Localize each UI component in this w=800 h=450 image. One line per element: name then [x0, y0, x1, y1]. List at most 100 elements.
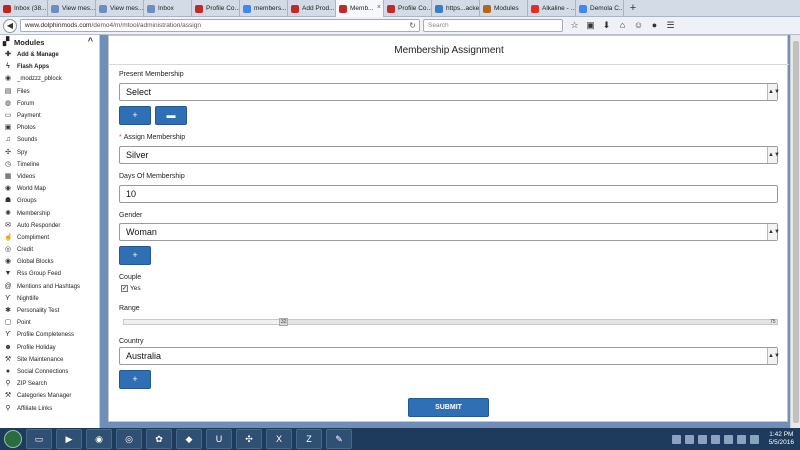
submit-button[interactable]: SUBMIT [408, 398, 489, 417]
tray-icon[interactable] [697, 434, 707, 444]
browser-tab[interactable]: View mes... [96, 0, 144, 17]
tray-icon[interactable] [723, 434, 733, 444]
sidebar-item[interactable]: ϒ Nightlife [0, 293, 99, 305]
sidebar-item[interactable]: ✺ Membership [0, 207, 99, 219]
browser-tab[interactable]: Profile Co... [384, 0, 432, 17]
sidebar-item[interactable]: ▣ Photos [0, 122, 99, 134]
network-app-icon[interactable]: ✣ [236, 429, 262, 449]
tray-icon[interactable] [736, 434, 746, 444]
sidebar-item[interactable]: ◉ Global Blocks [0, 256, 99, 268]
range-low-handle[interactable]: 32 [278, 318, 289, 326]
toolbar-icon[interactable]: ☰ [665, 20, 676, 31]
tray-icon[interactable] [710, 434, 720, 444]
toolbar-icon[interactable]: ☆ [569, 20, 580, 31]
sidebar-item[interactable]: ☝ Compliment [0, 232, 99, 244]
toolbar-icon[interactable]: ▣ [585, 20, 596, 31]
add-gender-button[interactable]: + [119, 246, 151, 265]
eraser-app-icon[interactable]: ◆ [176, 429, 202, 449]
sidebar-item[interactable]: ▦ Videos [0, 171, 99, 183]
toolbar-icon[interactable]: ● [649, 20, 660, 31]
range-high-handle[interactable]: 75 [770, 318, 776, 326]
back-button[interactable]: ◀ [3, 18, 17, 33]
browser-tab[interactable]: Add Prod... [288, 0, 336, 17]
sidebar-header[interactable]: ▞ Modules ^ [0, 35, 99, 49]
assign-membership-select[interactable]: Silver ▲▼ [119, 146, 780, 164]
browser-search-input[interactable]: Search [423, 19, 563, 32]
tray-icon[interactable] [684, 434, 694, 444]
close-tab-icon[interactable]: × [377, 4, 381, 11]
start-button[interactable] [4, 430, 22, 448]
gender-select[interactable]: Woman ▲▼ [119, 223, 780, 241]
tab-label: Inbox [158, 5, 174, 12]
new-tab-button[interactable]: + [624, 0, 642, 16]
sidebar-item[interactable]: ◍ Forum [0, 98, 99, 110]
folder-app-icon[interactable]: ▭ [26, 429, 52, 449]
browser-tab[interactable]: Alkaline - ... [528, 0, 576, 17]
scrollbar-thumb[interactable] [793, 41, 799, 423]
sidebar-item[interactable]: ● Social Connections [0, 366, 99, 378]
toolbar-icon[interactable]: ⬇ [601, 20, 612, 31]
toolbar-icon[interactable]: ⌂ [617, 20, 628, 31]
media-player-icon[interactable]: ▶ [56, 429, 82, 449]
toolbar-icon[interactable]: ☺ [633, 20, 644, 31]
range-label: Range [119, 305, 140, 312]
sidebar-item[interactable]: ◉ _modzzz_pblock [0, 73, 99, 85]
browser-tab[interactable]: Modules [480, 0, 528, 17]
chrome-icon[interactable]: ◎ [116, 429, 142, 449]
ue-app-icon[interactable]: U [206, 429, 232, 449]
add-country-button[interactable]: + [119, 370, 151, 389]
sidebar-item[interactable]: ▢ Point [0, 317, 99, 329]
url-bar[interactable]: www.dolphinmods.com/demo4/m/mtool/admini… [20, 19, 420, 32]
tools-app-icon[interactable]: ✎ [326, 429, 352, 449]
sidebar-item[interactable]: ☗ Groups [0, 195, 99, 207]
sidebar-item[interactable]: ✱ Personality Test [0, 305, 99, 317]
sidebar-item[interactable]: ▭ Payment [0, 110, 99, 122]
chevron-up-icon[interactable]: ^ [88, 36, 93, 46]
film-icon: ▦ [4, 172, 12, 180]
sidebar-item[interactable]: ✚ Add & Manage [0, 49, 99, 61]
sidebar-item[interactable]: ◷ Timeline [0, 159, 99, 171]
reload-icon[interactable]: ↻ [409, 21, 416, 30]
sidebar-item[interactable]: ◎ Credit [0, 244, 99, 256]
sidebar-item[interactable]: ✉ Auto Responder [0, 220, 99, 232]
sidebar-item[interactable]: ☻ Profile Holiday [0, 342, 99, 354]
browser-tab[interactable]: Inbox (38... [0, 0, 48, 17]
excel-icon[interactable]: X [266, 429, 292, 449]
days-of-membership-input[interactable]: 10 [119, 185, 778, 203]
add-membership-button[interactable]: + [119, 106, 151, 125]
sidebar-item[interactable]: @ Mentions and Hashtags [0, 281, 99, 293]
couple-checkbox[interactable]: ✓ [121, 285, 128, 292]
page-scrollbar[interactable] [790, 35, 800, 428]
browser-tab[interactable]: Profile Co... [192, 0, 240, 17]
system-clock[interactable]: 1:42 PM 5/5/2016 [769, 431, 794, 447]
sidebar-item[interactable]: ⚒ Site Maintenance [0, 354, 99, 366]
sidebar-item[interactable]: ▼ Rss Group Feed [0, 268, 99, 280]
folder-button[interactable]: ▬ [155, 106, 187, 125]
sidebar-item[interactable]: ◉ World Map [0, 183, 99, 195]
sidebar-item[interactable]: ϒ Profile Completeness [0, 329, 99, 341]
sidebar-item[interactable]: ϟ Flash Apps [0, 61, 99, 73]
browser-tab[interactable]: https...acker [432, 0, 480, 17]
browser-tab[interactable]: Memb... × [336, 0, 384, 17]
filezilla-icon[interactable]: Z [296, 429, 322, 449]
country-select[interactable]: Australia ▲▼ [119, 347, 780, 365]
clock-icon: ◷ [4, 160, 12, 168]
sidebar-item[interactable]: ▤ Files [0, 86, 99, 98]
funnel-icon: ϒ [5, 331, 11, 339]
sidebar-item[interactable]: ✣ Spy [0, 147, 99, 159]
sidebar-item[interactable]: ⚲ Affiliate Links [0, 402, 99, 414]
present-membership-select[interactable]: Select ▲▼ [119, 83, 780, 101]
browser-tab[interactable]: View mes... [48, 0, 96, 17]
sidebar-item[interactable]: ⚒ Categories Manager [0, 390, 99, 402]
browser-tab[interactable]: members... [240, 0, 288, 17]
browser-tab[interactable]: Inbox [144, 0, 192, 17]
sidebar-item[interactable]: ♫ Sounds [0, 134, 99, 146]
browser-tab[interactable]: Demola C... [576, 0, 624, 17]
range-slider-track[interactable] [123, 319, 778, 325]
volume-icon[interactable] [749, 434, 759, 444]
frog-app-icon[interactable]: ✿ [146, 429, 172, 449]
sidebar-item-label: Categories Manager [17, 393, 72, 400]
firefox-icon[interactable]: ◉ [86, 429, 112, 449]
tray-icon[interactable] [671, 434, 681, 444]
sidebar-item[interactable]: ⚲ ZIP Search [0, 378, 99, 390]
